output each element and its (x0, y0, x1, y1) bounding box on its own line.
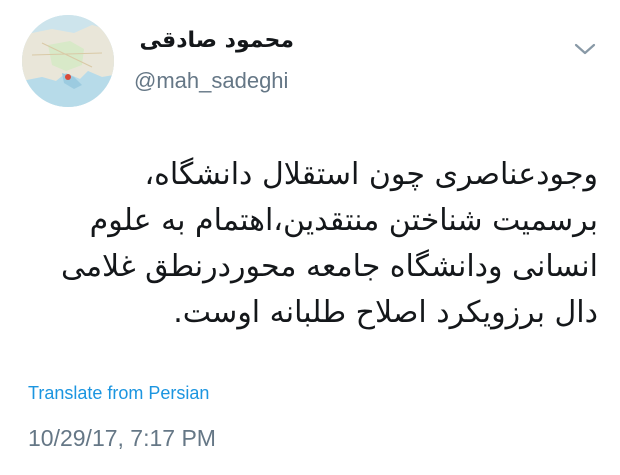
tweet-card: محمود صادقی @mah_sadeghi وجودعناصری چون … (0, 0, 620, 475)
tweet-text-line: وجودعناصری چون استقلال دانشگاه، (144, 157, 599, 192)
tweet-text: وجودعناصری چون استقلال دانشگاه، برسمیت ش… (38, 152, 598, 336)
tweet-text-line: برسمیت شناختن منتقدین،اهتمام به علوم (89, 203, 598, 238)
tweet-timestamp[interactable]: 10/29/17, 7:17 PM (28, 425, 216, 452)
display-name[interactable]: محمود صادقی (134, 28, 294, 53)
avatar[interactable] (22, 15, 114, 107)
tweet-text-line: انسانی ودانشگاه جامعه محوردرنطق غلامی (60, 249, 598, 284)
chevron-down-icon[interactable] (572, 40, 598, 58)
user-handle[interactable]: @mah_sadeghi (134, 68, 288, 94)
map-avatar-icon (22, 15, 114, 107)
translate-link[interactable]: Translate from Persian (28, 383, 209, 404)
tweet-text-line: دال برزویکرد اصلاح طلبانه اوست. (173, 295, 598, 330)
